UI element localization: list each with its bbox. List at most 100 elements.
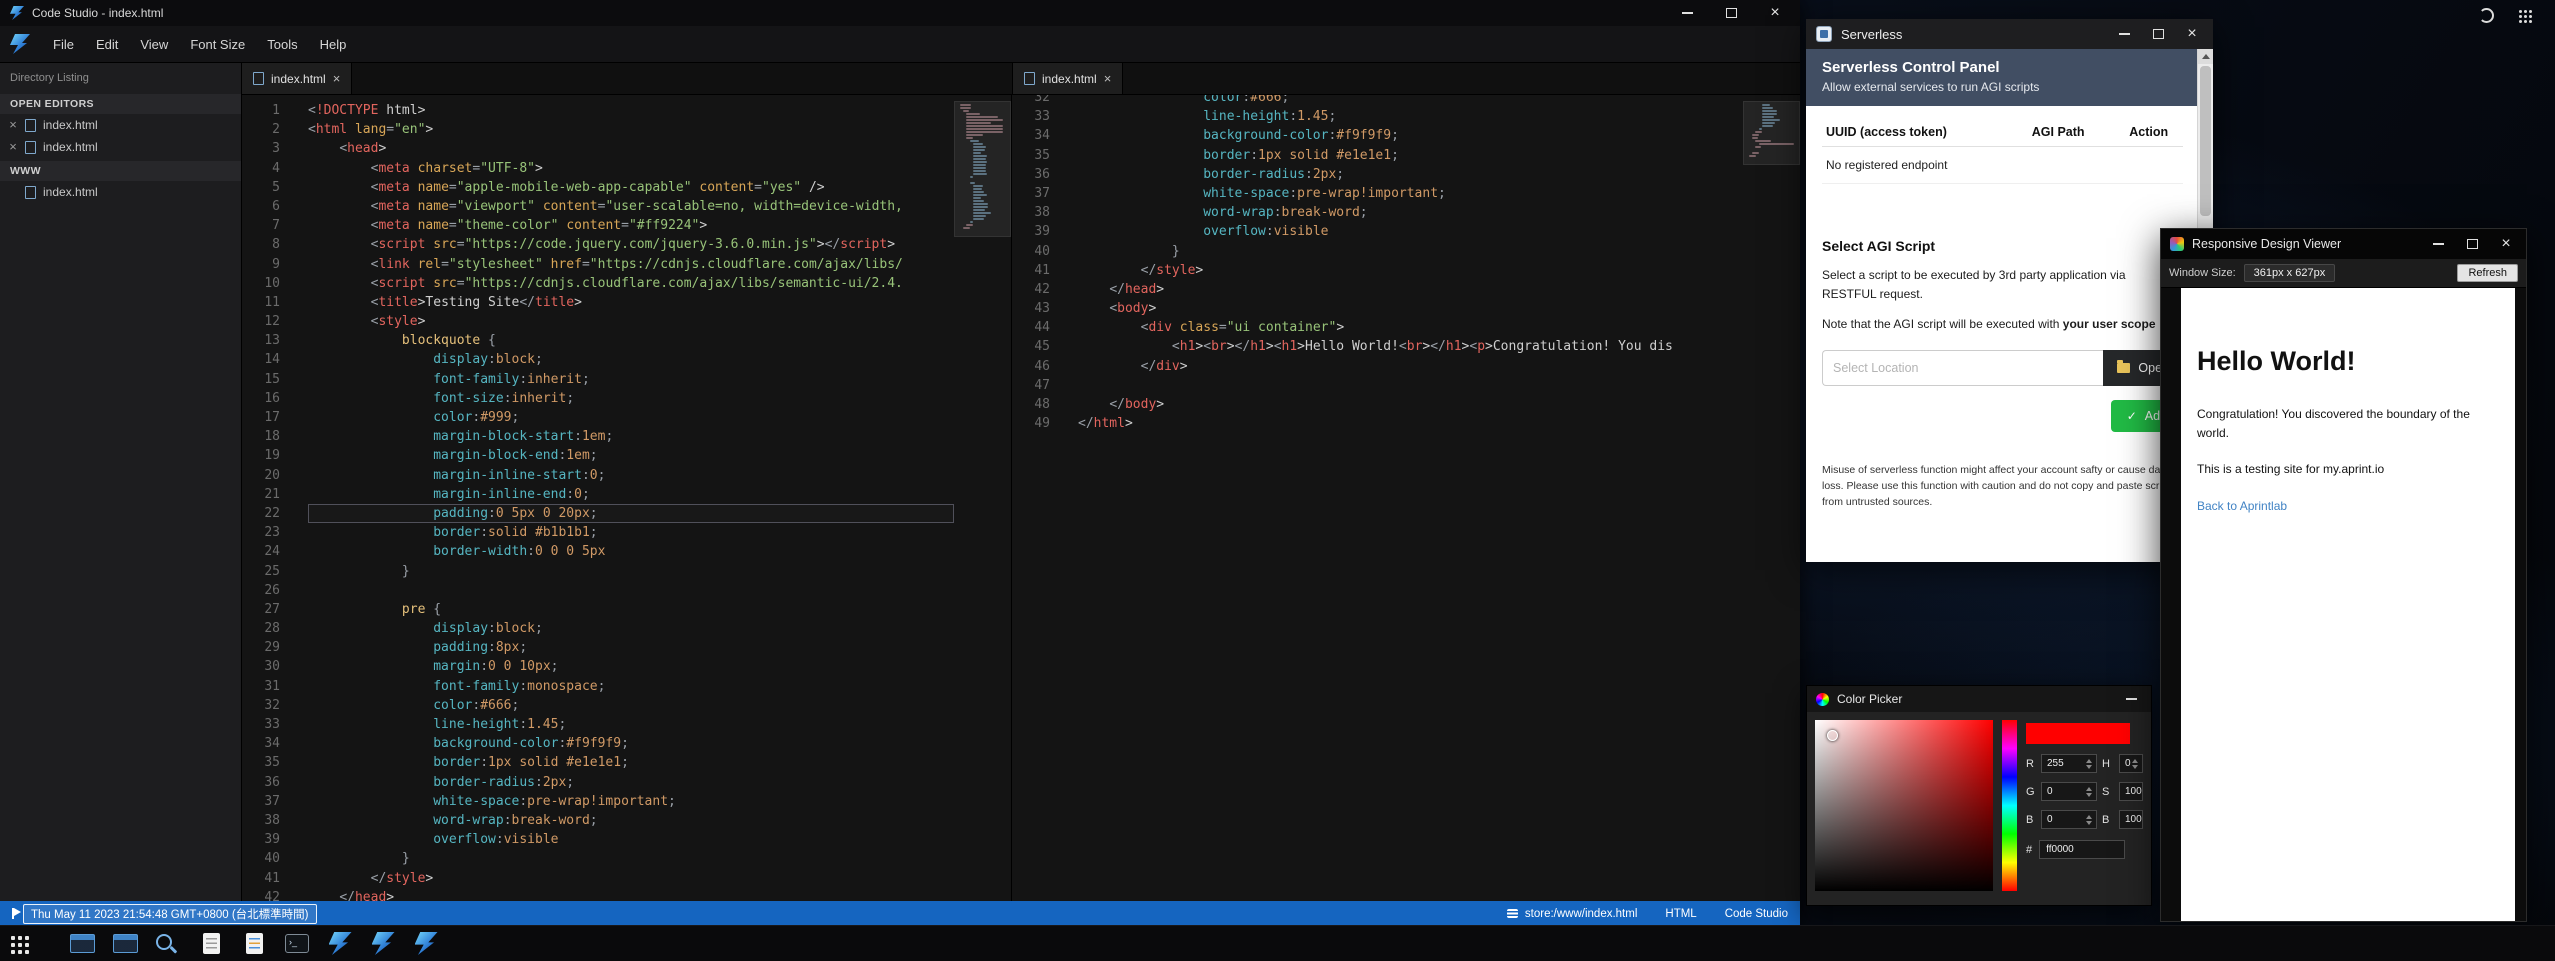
stepper-icon[interactable] (2142, 787, 2143, 797)
code-line: border:solid #b1b1b1; (308, 523, 954, 542)
code-line: <html lang="en"> (308, 120, 954, 139)
tab-index-html-2[interactable]: index.html (1012, 63, 1123, 94)
maximize-icon[interactable] (2151, 27, 2165, 41)
hue-slider[interactable] (2002, 720, 2017, 891)
window-title: Code Studio - index.html (32, 6, 163, 20)
sidebar-section-www[interactable]: WWW (0, 161, 241, 181)
color-picker-app-icon (1816, 693, 1829, 706)
cp-field-label-h: H (2102, 758, 2114, 770)
taskbar-code-studio-2[interactable] (368, 930, 398, 958)
code-line: background-color:#f9f9f9; (1078, 126, 1743, 145)
desktop: Code Studio - index.html FileEditViewFon… (0, 0, 2555, 961)
maximize-icon[interactable] (1724, 6, 1738, 20)
status-app-name[interactable]: Code Studio (1725, 908, 1788, 920)
menu-file[interactable]: File (42, 32, 85, 57)
stepper-icon[interactable] (2086, 759, 2093, 769)
menu-font-size[interactable]: Font Size (179, 32, 256, 57)
minimize-icon[interactable] (2124, 692, 2138, 706)
menu-view[interactable]: View (129, 32, 179, 57)
code-line: <meta name="apple-mobile-web-app-capable… (308, 178, 954, 197)
column-uuid: UUID (access token) (1822, 118, 2028, 147)
logo-icon (372, 932, 395, 955)
taskbar-start-menu[interactable] (10, 930, 40, 958)
apps-grid-button[interactable] (2517, 5, 2539, 25)
color-values-panel: R255H0G0S100B0B100 # ff0000 (2026, 720, 2143, 897)
color-swatches (2026, 723, 2143, 744)
sidebar-file-item[interactable]: index.html (0, 181, 241, 203)
code-line: word-wrap:break-word; (1078, 203, 1743, 222)
close-file-icon[interactable] (8, 140, 18, 154)
scrollbar-thumb[interactable] (2200, 66, 2211, 216)
code-editor[interactable]: <!DOCTYPE html><html lang="en"> <head> <… (294, 101, 954, 901)
agi-script-location-input[interactable] (1822, 350, 2103, 386)
refresh-button[interactable] (2475, 5, 2497, 25)
close-icon[interactable] (2499, 237, 2513, 251)
status-file-path[interactable]: store:/www/index.html (1525, 908, 1637, 920)
taskbar (0, 925, 2555, 961)
tab-close-icon[interactable] (1104, 72, 1112, 86)
menu-help[interactable]: Help (309, 32, 358, 57)
close-file-icon[interactable] (8, 118, 18, 132)
hex-label: # (2026, 844, 2032, 856)
status-language[interactable]: HTML (1665, 908, 1696, 920)
editor-pane-1[interactable]: 323334353637383940414243444546474849 col… (1012, 95, 1800, 901)
taskbar-files-window-2[interactable] (110, 930, 140, 958)
color-picker-title-bar[interactable]: Color Picker (1807, 686, 2151, 712)
refresh-button[interactable]: Refresh (2457, 264, 2518, 282)
scroll-up-icon[interactable] (2198, 49, 2213, 64)
tab-index-html[interactable]: index.html (242, 63, 352, 94)
taskbar-terminal-app[interactable] (282, 930, 312, 958)
window-size-value[interactable]: 361px x 627px (2244, 264, 2336, 282)
cp-field-input-h[interactable]: 0 (2119, 754, 2143, 773)
editor-pane-0[interactable]: 1234567891011121314151617181920212223242… (242, 95, 1012, 901)
code-line: <title>Testing Site</title> (308, 293, 954, 312)
stepper-icon[interactable] (2132, 759, 2139, 769)
code-line: color:#666; (1078, 95, 1743, 107)
cp-field-input-g[interactable]: 0 (2041, 782, 2097, 801)
stepper-icon[interactable] (2086, 815, 2093, 825)
tab-bar: index.html index.html (242, 63, 1800, 95)
sidebar-file-item[interactable]: index.html (0, 136, 241, 158)
maximize-icon[interactable] (2465, 237, 2479, 251)
taskbar-files-window-1[interactable] (67, 930, 97, 958)
status-datetime[interactable]: Thu May 11 2023 21:54:48 GMT+0800 (台北標準時… (23, 904, 317, 924)
minimize-icon[interactable] (1680, 6, 1694, 20)
cp-field-input-r[interactable]: 255 (2041, 754, 2097, 773)
saturation-brightness-area[interactable] (1815, 720, 1993, 891)
flag-icon (12, 908, 14, 919)
cp-field-input-s[interactable]: 100 (2119, 782, 2143, 801)
sidebar-section-open-editors[interactable]: OPEN EDITORS (0, 94, 241, 114)
taskbar-code-studio-3[interactable] (411, 930, 441, 958)
menu-tools[interactable]: Tools (256, 32, 308, 57)
code-line: blockquote { (308, 331, 954, 350)
serverless-title-bar[interactable]: Serverless (1806, 19, 2213, 49)
cp-field-label-b: B (2026, 814, 2036, 826)
hex-value-input[interactable]: ff0000 (2039, 840, 2125, 859)
title-bar[interactable]: Code Studio - index.html (0, 0, 1800, 26)
stepper-icon[interactable] (2142, 815, 2143, 825)
cp-field-input-b[interactable]: 100 (2119, 810, 2143, 829)
taskbar-notes-app[interactable] (239, 930, 269, 958)
close-icon[interactable] (2185, 27, 2199, 41)
minimap[interactable] (1743, 101, 1800, 901)
taskbar-code-studio-1[interactable] (325, 930, 355, 958)
taskbar-document-app[interactable] (196, 930, 226, 958)
minimap[interactable] (954, 101, 1011, 901)
cp-field-input-b[interactable]: 0 (2041, 810, 2097, 829)
window-icon (70, 934, 95, 953)
tab-close-icon[interactable] (333, 72, 341, 86)
viewer-title-bar[interactable]: Responsive Design Viewer (2161, 229, 2526, 259)
code-editor[interactable]: color:#666; line-height:1.45; background… (1064, 95, 1743, 901)
stepper-icon[interactable] (2086, 787, 2093, 797)
code-line: word-wrap:break-word; (308, 811, 954, 830)
viewer-content: Hello World! Congratulation! You discove… (2161, 288, 2526, 921)
minimize-icon[interactable] (2431, 237, 2445, 251)
back-to-aprintlab-link[interactable]: Back to Aprintlab (2197, 499, 2287, 513)
menu-edit[interactable]: Edit (85, 32, 129, 57)
taskbar-search-app[interactable] (153, 930, 183, 958)
code-line: <meta name="theme-color" content="#ff922… (308, 216, 954, 235)
close-icon[interactable] (1768, 6, 1782, 20)
minimize-icon[interactable] (2117, 27, 2131, 41)
color-cursor-icon[interactable] (1827, 730, 1838, 741)
sidebar-file-item[interactable]: index.html (0, 114, 241, 136)
